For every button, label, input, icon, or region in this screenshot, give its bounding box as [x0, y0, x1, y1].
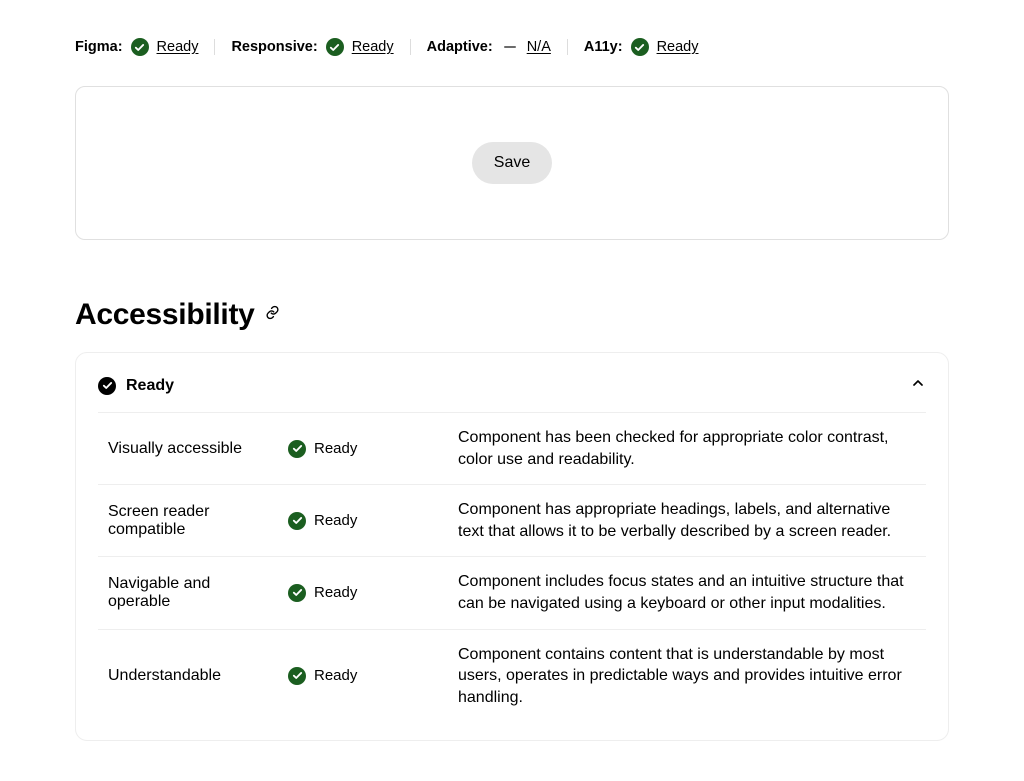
- status-label: Responsive:: [231, 39, 317, 55]
- status-label: Adaptive:: [427, 39, 493, 55]
- check-circle-icon: [631, 38, 649, 56]
- accordion-summary-text: Ready: [126, 377, 174, 395]
- criteria-name: Understandable: [108, 667, 258, 685]
- criteria-desc: Component contains content that is under…: [458, 644, 916, 709]
- check-circle-icon: [288, 584, 306, 602]
- criteria-name: Visually accessible: [108, 440, 258, 458]
- divider: [567, 39, 568, 55]
- criteria-name: Navigable and operable: [108, 575, 258, 611]
- accessibility-accordion: Ready Visually accessible Ready Componen…: [75, 352, 949, 741]
- anchor-link-icon[interactable]: [265, 305, 280, 325]
- chevron-up-icon: [910, 375, 926, 396]
- status-link-responsive[interactable]: Ready: [352, 39, 394, 55]
- status-text: Ready: [314, 584, 357, 601]
- criteria-desc: Component has been checked for appropria…: [458, 427, 916, 470]
- table-row: Navigable and operable Ready Component i…: [98, 557, 926, 629]
- criteria-desc: Component has appropriate headings, labe…: [458, 499, 916, 542]
- check-circle-icon: [288, 440, 306, 458]
- accordion-header[interactable]: Ready: [98, 353, 926, 412]
- check-circle-icon: [288, 667, 306, 685]
- dash-icon: [501, 45, 519, 49]
- status-item-responsive: Responsive: Ready: [231, 38, 393, 56]
- status-label: A11y:: [584, 39, 623, 55]
- save-button[interactable]: Save: [472, 142, 552, 184]
- criteria-status: Ready: [288, 667, 428, 685]
- status-item-a11y: A11y: Ready: [584, 38, 699, 56]
- criteria-name: Screen reader compatible: [108, 503, 258, 539]
- check-circle-icon: [131, 38, 149, 56]
- check-circle-icon: [326, 38, 344, 56]
- check-circle-icon: [98, 377, 116, 395]
- status-link-adaptive[interactable]: N/A: [527, 39, 551, 55]
- criteria-status: Ready: [288, 584, 428, 602]
- table-row: Screen reader compatible Ready Component…: [98, 485, 926, 557]
- accordion-body: Visually accessible Ready Component has …: [98, 412, 926, 722]
- status-link-figma[interactable]: Ready: [157, 39, 199, 55]
- heading-text: Accessibility: [75, 298, 255, 332]
- example-card: Save: [75, 86, 949, 240]
- table-row: Understandable Ready Component contains …: [98, 630, 926, 723]
- check-circle-icon: [288, 512, 306, 530]
- section-heading: Accessibility: [75, 298, 949, 332]
- status-text: Ready: [314, 667, 357, 684]
- status-item-adaptive: Adaptive: N/A: [427, 39, 551, 55]
- criteria-desc: Component includes focus states and an i…: [458, 571, 916, 614]
- criteria-status: Ready: [288, 512, 428, 530]
- status-label: Figma:: [75, 39, 123, 55]
- status-text: Ready: [314, 512, 357, 529]
- divider: [410, 39, 411, 55]
- table-row: Visually accessible Ready Component has …: [98, 413, 926, 485]
- divider: [214, 39, 215, 55]
- status-item-figma: Figma: Ready: [75, 38, 198, 56]
- status-link-a11y[interactable]: Ready: [657, 39, 699, 55]
- status-text: Ready: [314, 440, 357, 457]
- status-bar: Figma: Ready Responsive: Ready Adaptive:…: [75, 0, 949, 86]
- criteria-status: Ready: [288, 440, 428, 458]
